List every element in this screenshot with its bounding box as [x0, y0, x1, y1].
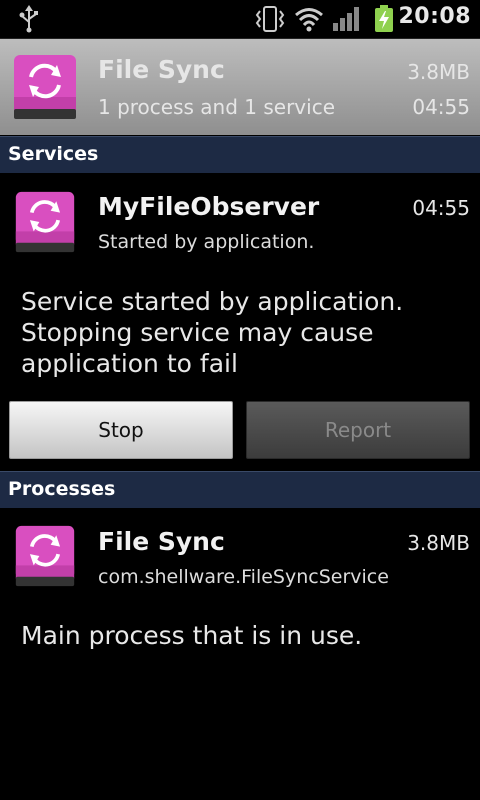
- processes-section-header: Processes: [0, 471, 480, 508]
- app-header: File Sync 1 process and 1 service 3.8MB …: [0, 39, 480, 135]
- wifi-icon: [294, 6, 324, 36]
- services-section-header: Services: [0, 136, 480, 173]
- file-sync-app-icon: [11, 524, 79, 592]
- file-sync-app-icon: [11, 190, 79, 258]
- service-description-line: application to fail: [21, 349, 238, 378]
- usb-icon: [18, 5, 40, 37]
- app-name: File Sync: [98, 55, 225, 84]
- app-elapsed: 04:55: [412, 95, 470, 119]
- process-package: com.shellware.FileSyncService: [98, 566, 389, 588]
- report-button[interactable]: Report: [246, 401, 470, 459]
- processes-section-label: Processes: [8, 478, 116, 500]
- status-bar: 20:08: [0, 0, 480, 39]
- service-description: Service started by application. Stopping…: [21, 286, 403, 379]
- battery-charging-icon: [374, 5, 394, 37]
- process-description: Main process that is in use.: [21, 621, 363, 650]
- stop-button[interactable]: Stop: [9, 401, 233, 459]
- status-time: 20:08: [398, 4, 471, 29]
- service-description-line: Service started by application.: [21, 287, 404, 316]
- process-size: 3.8MB: [407, 531, 470, 555]
- process-name: File Sync: [98, 527, 225, 556]
- vibrate-icon: [255, 6, 285, 36]
- service-name: MyFileObserver: [98, 192, 320, 221]
- file-sync-app-icon: [11, 53, 79, 125]
- service-subtitle: Started by application.: [98, 231, 315, 253]
- services-section-label: Services: [8, 143, 99, 165]
- service-description-line: Stopping service may cause: [21, 318, 374, 347]
- signal-icon: [332, 6, 360, 36]
- app-size: 3.8MB: [407, 60, 470, 84]
- app-summary: 1 process and 1 service: [98, 95, 336, 119]
- service-elapsed: 04:55: [412, 196, 470, 220]
